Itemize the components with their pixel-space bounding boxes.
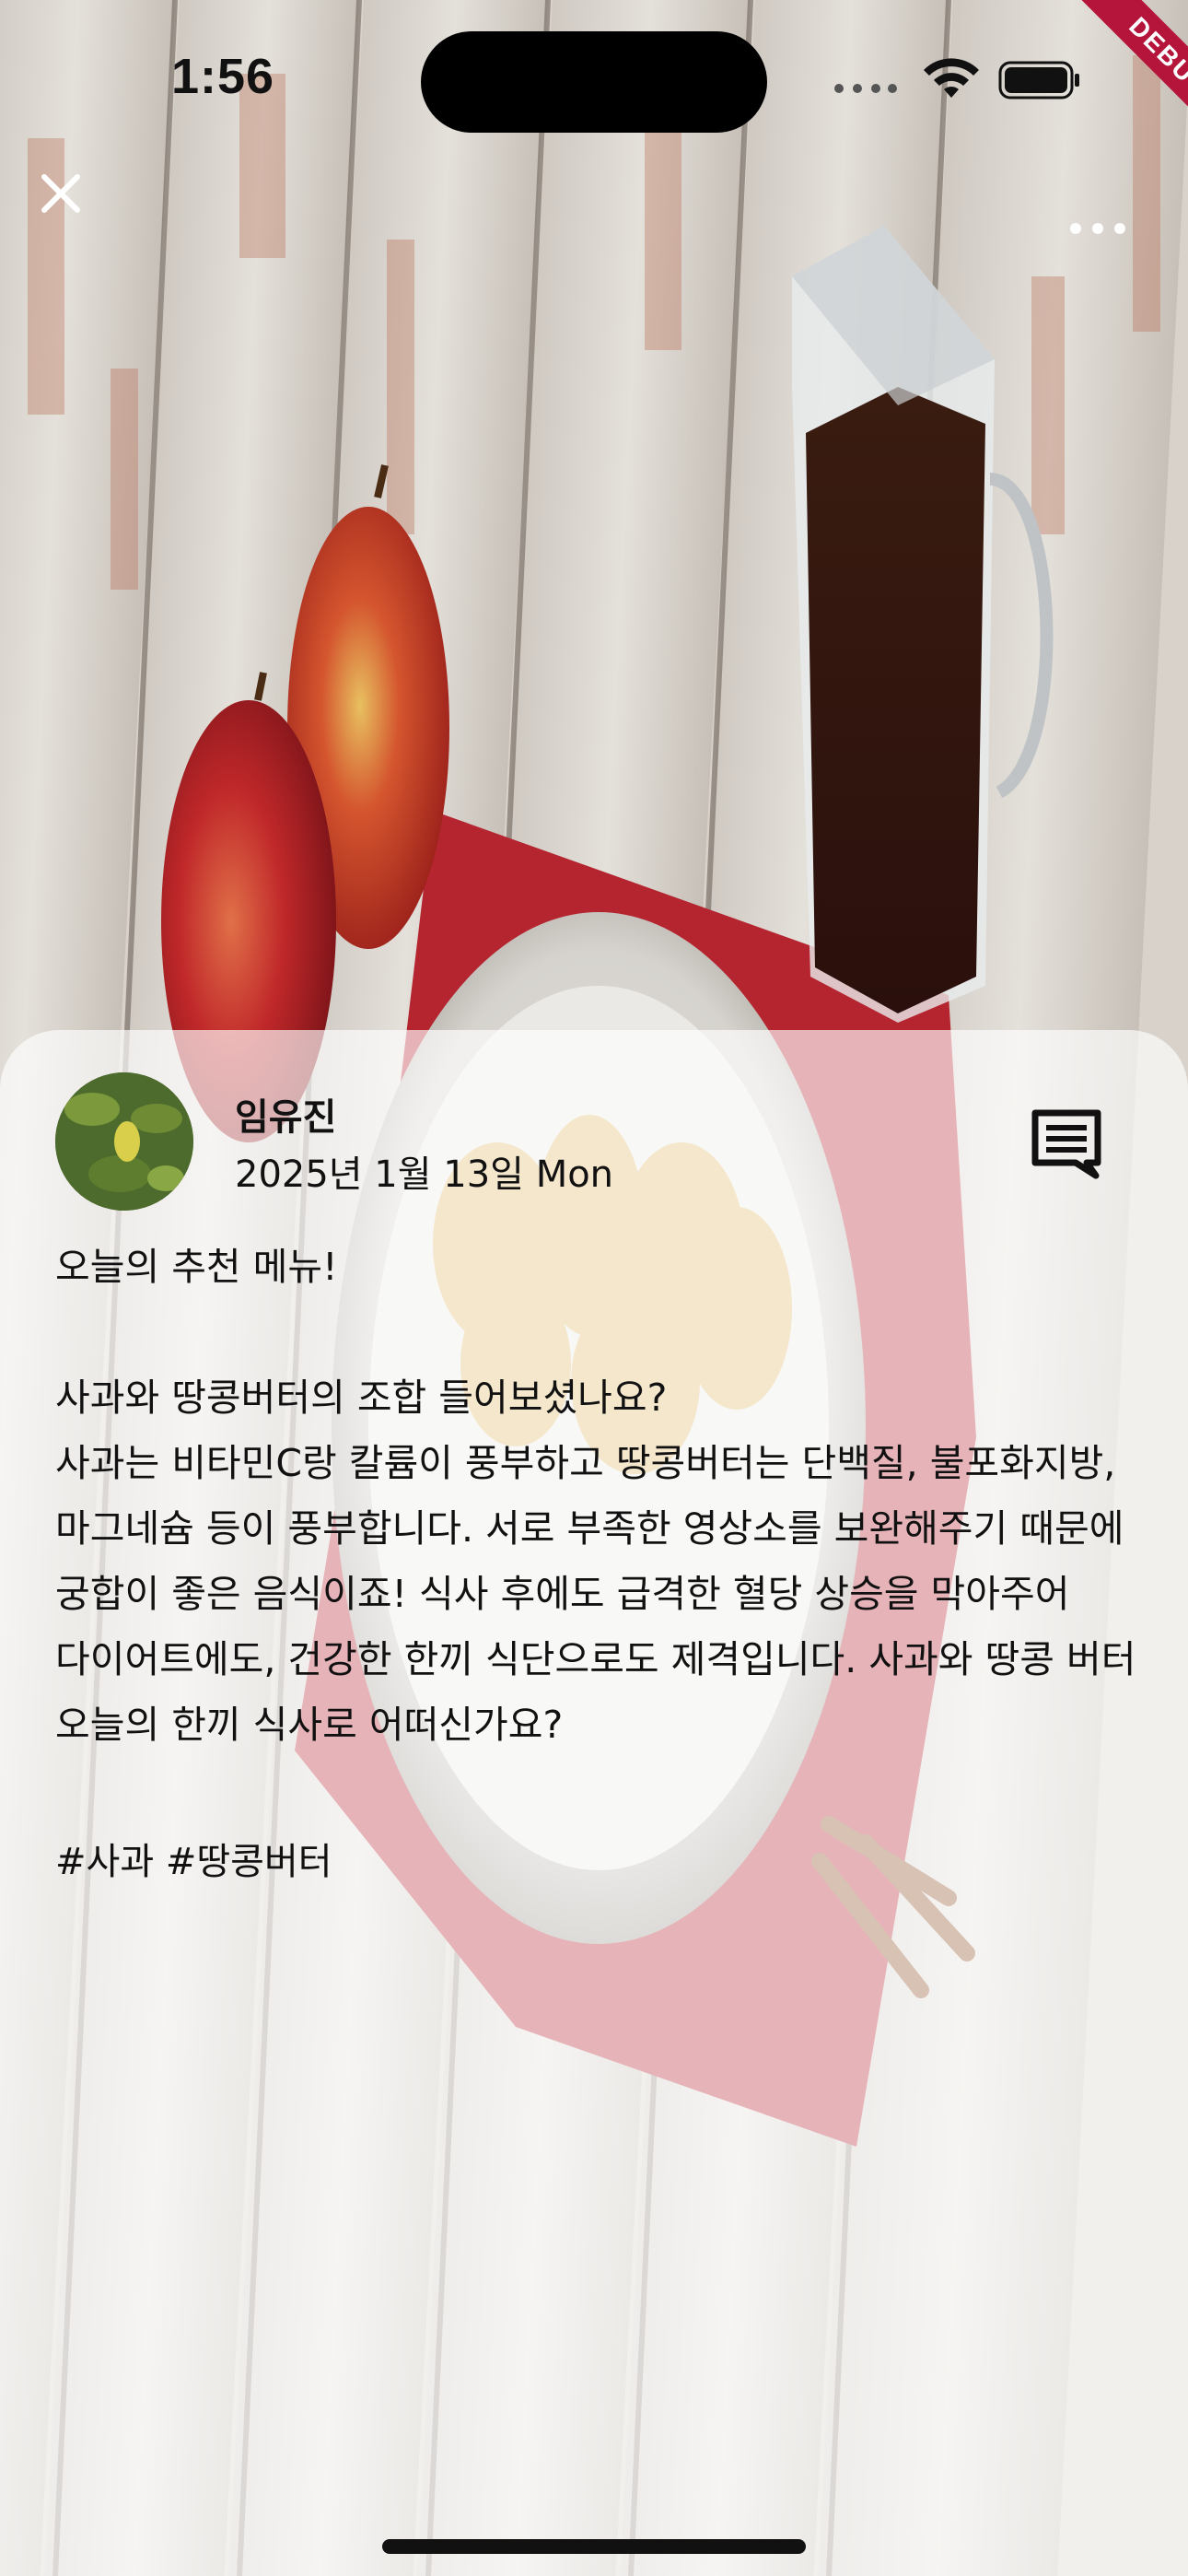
debug-label: DEBUG	[1056, 0, 1188, 171]
post-body: 오늘의 추천 메뉴! 사과와 땅콩버터의 조합 들어보셨나요? 사과는 비타민C…	[55, 1245, 1136, 1747]
post-date: 2025년 1월 13일 Mon	[235, 1153, 614, 1196]
home-indicator[interactable]	[382, 2539, 806, 2554]
more-horizontal-icon[interactable]	[1065, 210, 1131, 247]
post-sheet: 임유진 2025년 1월 13일 Mon 오늘의 추천 메뉴! 사과와 땅콩버터…	[0, 1030, 1188, 2576]
avatar[interactable]	[55, 1072, 193, 1211]
author-name[interactable]: 임유진	[235, 1087, 336, 1141]
close-icon[interactable]	[33, 166, 88, 221]
debug-banner: DEBUG	[1013, 0, 1188, 175]
post-hashtags[interactable]: #사과 #땅콩버터	[55, 1832, 332, 1885]
status-time: 1:56	[171, 49, 275, 104]
wifi-icon	[924, 58, 979, 98]
comment-icon[interactable]	[1030, 1106, 1103, 1179]
dynamic-island	[421, 31, 767, 133]
signal-dots-icon	[834, 84, 897, 93]
post-detail-screen: 1:56 DEBUG 임유진 2025년 1월 13일 Mon 오늘의 추천 메…	[0, 0, 1188, 2576]
avatar-image	[55, 1072, 193, 1211]
